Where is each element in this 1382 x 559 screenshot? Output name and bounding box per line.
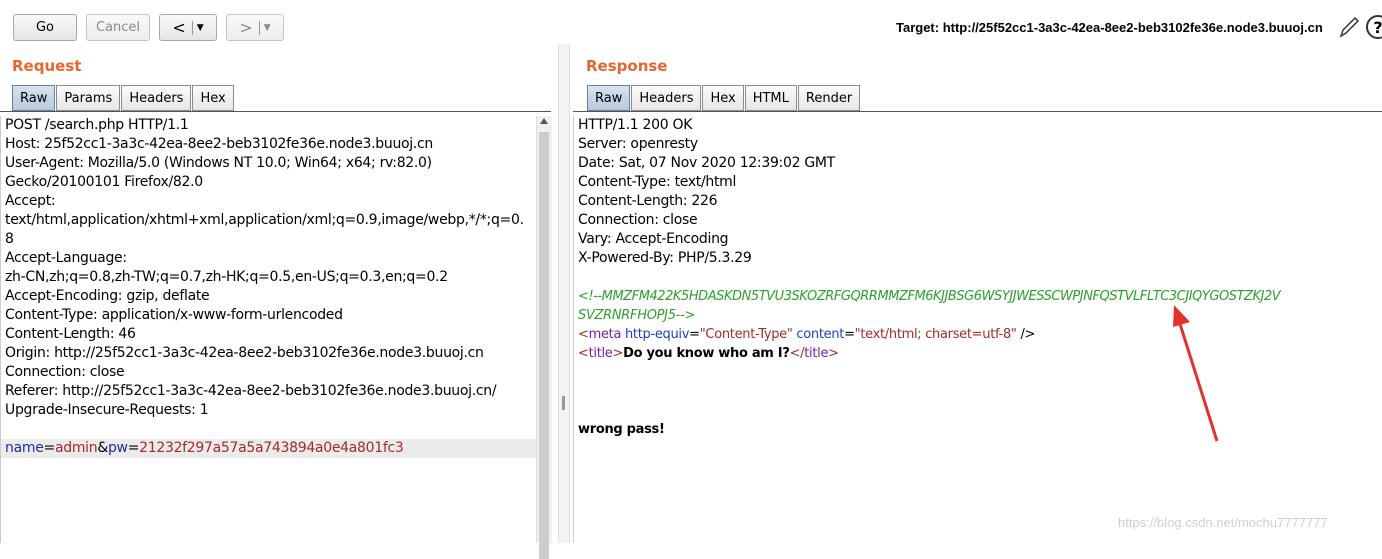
- request-line: text/html,application/xhtml+xml,applicat…: [5, 212, 524, 228]
- splitter-grip-icon: [562, 396, 565, 410]
- attr-value: "text/html; charset=utf-8": [854, 327, 1017, 342]
- tag-gt: >: [828, 346, 839, 361]
- request-line: Content-Length: 46: [5, 326, 136, 342]
- param-name: pw: [107, 440, 128, 456]
- tab-request-params[interactable]: Params: [56, 85, 121, 111]
- tab-response-render[interactable]: Render: [797, 85, 861, 111]
- tab-response-headers[interactable]: Headers: [631, 85, 702, 111]
- response-editor[interactable]: HTTP/1.1 200 OK Server: openresty Date: …: [573, 116, 1382, 543]
- param-value: 21232f297a57a5a743894a0e4a801fc3: [139, 440, 404, 456]
- cancel-button[interactable]: Cancel: [86, 14, 150, 41]
- pane-splitter[interactable]: [558, 44, 570, 543]
- go-button-label: Go: [35, 20, 55, 35]
- request-line: Referer: http://25f52cc1-3a3c-42ea-8ee2-…: [5, 383, 497, 399]
- response-header-line: Server: openresty: [578, 136, 698, 152]
- separator: [258, 20, 260, 35]
- dropdown-arrow-icon: ▼: [263, 22, 271, 33]
- tag-close: />: [1016, 327, 1036, 342]
- request-line: Origin: http://25f52cc1-3a3c-42ea-8ee2-b…: [5, 345, 484, 361]
- equals: =: [43, 440, 56, 456]
- tab-response-hex[interactable]: Hex: [702, 85, 744, 111]
- attr-name: http-equiv: [621, 327, 690, 342]
- forward-arrow-icon: >: [239, 18, 253, 37]
- go-button[interactable]: Go: [13, 14, 77, 41]
- response-body-text: wrong pass!: [578, 422, 665, 437]
- cancel-button-label: Cancel: [95, 20, 141, 35]
- response-header-line: Connection: close: [578, 212, 698, 228]
- tab-response-raw[interactable]: Raw: [587, 85, 631, 111]
- tag-name: meta: [588, 327, 622, 342]
- request-line: POST /search.php HTTP/1.1: [5, 117, 189, 133]
- response-header-line: Content-Length: 226: [578, 193, 718, 209]
- attr-name: content: [792, 327, 845, 342]
- watermark: https://blog.csdn.net/mochu7777777: [1118, 515, 1328, 530]
- scroll-thumb[interactable]: [539, 132, 549, 559]
- tab-response-html[interactable]: HTML: [744, 85, 797, 111]
- request-line: Accept-Encoding: gzip, deflate: [5, 288, 210, 304]
- help-icon[interactable]: ?: [1366, 15, 1382, 39]
- title-tag-line: <title>Do you know who am I?</title>: [578, 344, 1382, 363]
- response-header-line: HTTP/1.1 200 OK: [578, 117, 693, 133]
- request-body: name=admin&pw=21232f297a57a5a743894a0e4a…: [1, 439, 536, 458]
- request-tabs: Raw Params Headers Hex: [12, 85, 235, 112]
- request-line: Gecko/20100101 Firefox/82.0: [5, 174, 203, 190]
- back-button[interactable]: < ▼: [159, 14, 217, 41]
- response-header-line: Date: Sat, 07 Nov 2020 12:39:02 GMT: [578, 155, 835, 171]
- request-editor[interactable]: POST /search.php HTTP/1.1 Host: 25f52cc1…: [0, 116, 536, 543]
- request-line: Accept-Language:: [5, 250, 127, 266]
- request-line: Upgrade-Insecure-Requests: 1: [5, 402, 209, 418]
- html-comment-line: <!--MMZFM422K5HDASKDN5TVU3SKOZRFGQRRMMZF…: [578, 289, 1281, 304]
- equals: =: [844, 327, 855, 342]
- attr-value: "Content-Type": [699, 327, 793, 342]
- param-name: name: [5, 440, 44, 456]
- tag-name: title: [588, 346, 613, 361]
- dropdown-arrow-icon: ▼: [196, 22, 204, 33]
- tag-open: <: [578, 346, 589, 361]
- response-tabs: Raw Headers Hex HTML Render: [587, 85, 861, 112]
- response-header-line: X-Powered-By: PHP/5.3.29: [578, 250, 752, 266]
- request-title: Request: [12, 57, 82, 75]
- response-header-line: Content-Type: text/html: [578, 174, 737, 190]
- request-line: zh-CN,zh;q=0.8,zh-TW;q=0.7,zh-HK;q=0.5,e…: [5, 269, 448, 285]
- tab-request-raw[interactable]: Raw: [12, 85, 56, 111]
- forward-button[interactable]: > ▼: [226, 14, 284, 41]
- response-header-line: Vary: Accept-Encoding: [578, 231, 729, 247]
- request-line: 8: [5, 231, 14, 247]
- param-value: admin: [54, 440, 98, 456]
- page-title-text: Do you know who am I?: [623, 346, 790, 361]
- response-tab-underline: [573, 111, 1382, 112]
- target-url: Target: http://25f52cc1-3a3c-42ea-8ee2-b…: [896, 20, 1323, 35]
- request-line: Content-Type: application/x-www-form-url…: [5, 307, 343, 323]
- scroll-up-icon[interactable]: [540, 118, 548, 124]
- request-line: Host: 25f52cc1-3a3c-42ea-8ee2-beb3102fe3…: [5, 136, 433, 152]
- request-scrollbar[interactable]: [536, 116, 552, 559]
- separator: [191, 20, 193, 35]
- back-arrow-icon: <: [172, 18, 186, 37]
- tag-gt: >: [612, 346, 624, 361]
- request-line: Accept:: [5, 193, 56, 209]
- response-title: Response: [586, 57, 668, 75]
- equals: =: [689, 327, 700, 342]
- equals: =: [127, 440, 140, 456]
- meta-tag-line: <meta http-equiv="Content-Type" content=…: [578, 325, 1382, 344]
- tag-close-open: </: [789, 346, 805, 361]
- request-line: User-Agent: Mozilla/5.0 (Windows NT 10.0…: [5, 155, 432, 171]
- ampersand: &: [97, 440, 108, 456]
- html-comment-line: SVZRNRFHOPJ5-->: [578, 308, 696, 323]
- tab-request-headers[interactable]: Headers: [121, 85, 192, 111]
- edit-pencil-icon[interactable]: [1337, 14, 1361, 42]
- tab-request-hex[interactable]: Hex: [192, 85, 234, 111]
- tag-open: <: [578, 327, 589, 342]
- request-line: Connection: close: [5, 364, 125, 380]
- request-tab-underline: [0, 111, 551, 112]
- tag-name: title: [804, 346, 829, 361]
- annotation-arrow-icon: [1173, 305, 1219, 442]
